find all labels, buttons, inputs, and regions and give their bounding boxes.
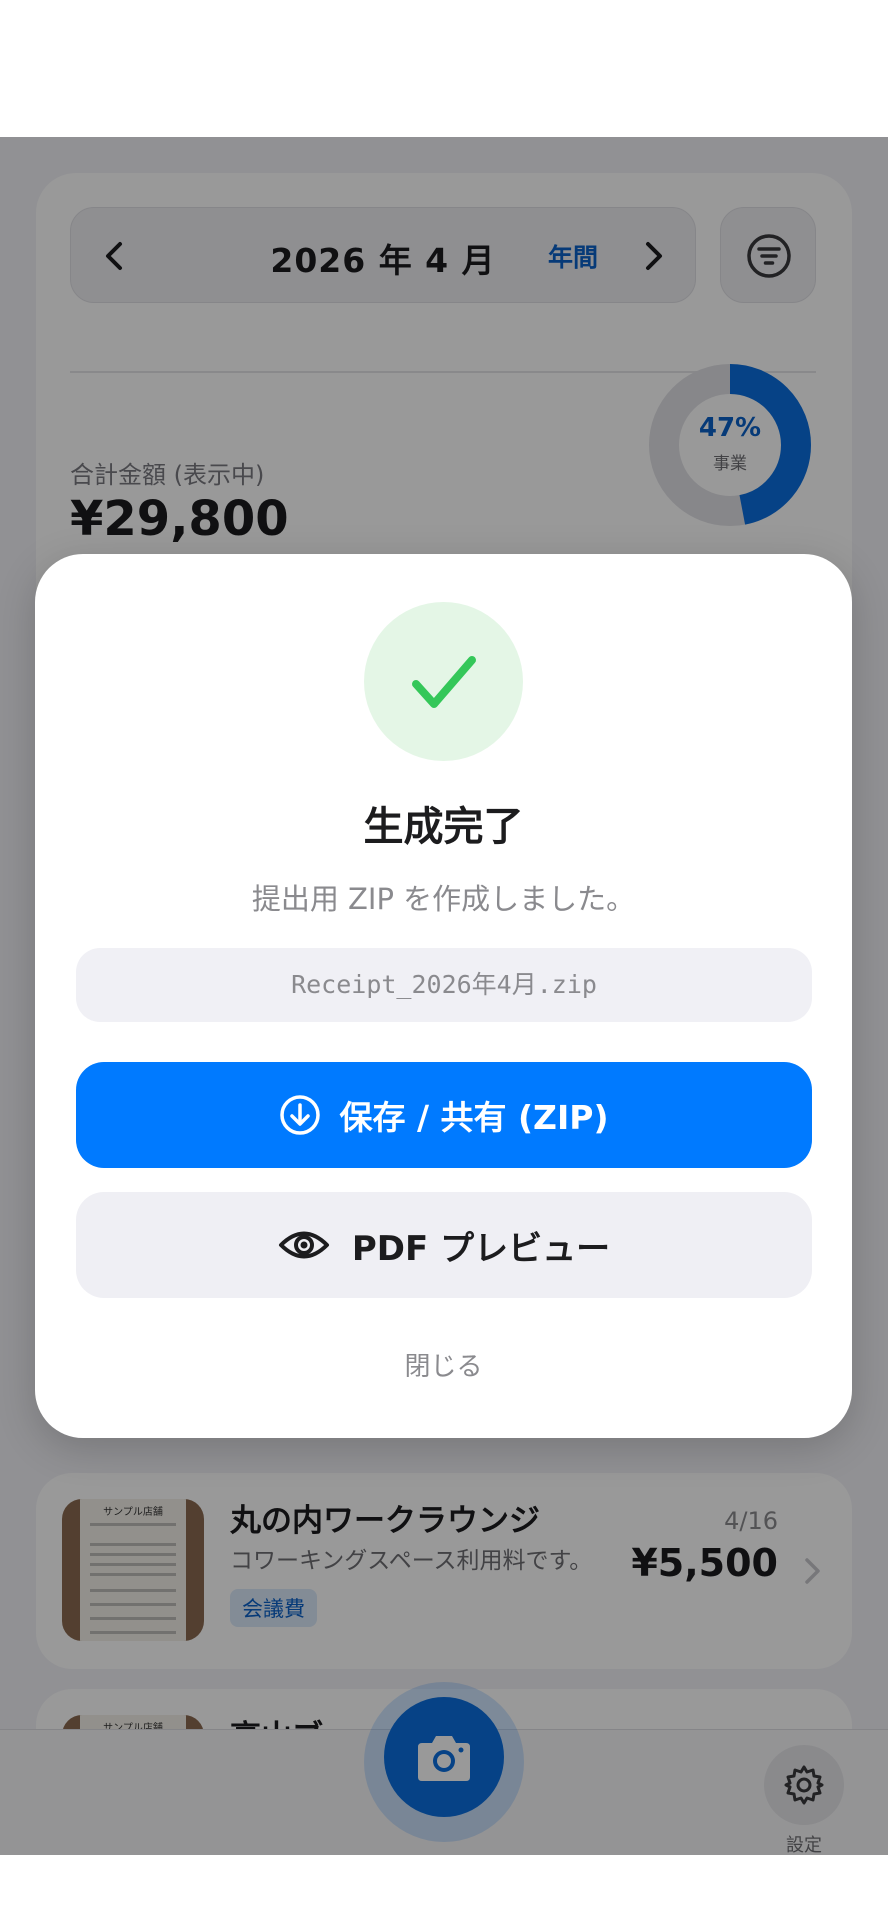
save-share-zip-button[interactable]: 保存 / 共有 (ZIP): [76, 1062, 812, 1168]
dialog-title: 生成完了: [363, 804, 524, 850]
dialog-message: 提出用 ZIP を作成しました。: [251, 882, 636, 916]
save-share-zip-label: 保存 / 共有 (ZIP): [339, 1098, 609, 1137]
close-button[interactable]: 閉じる: [35, 1346, 852, 1383]
zip-filename: Receipt_2026年4月.zip: [76, 948, 812, 1022]
pdf-preview-label: PDF プレビュー: [351, 1228, 611, 1269]
pdf-preview-button[interactable]: PDF プレビュー: [76, 1192, 812, 1298]
success-badge: [364, 602, 523, 761]
export-complete-dialog: 生成完了 提出用 ZIP を作成しました。 Receipt_2026年4月.zi…: [35, 554, 852, 1438]
download-circle-icon: [280, 1095, 321, 1135]
eye-icon: [278, 1231, 329, 1259]
checkmark-icon: [412, 656, 476, 708]
